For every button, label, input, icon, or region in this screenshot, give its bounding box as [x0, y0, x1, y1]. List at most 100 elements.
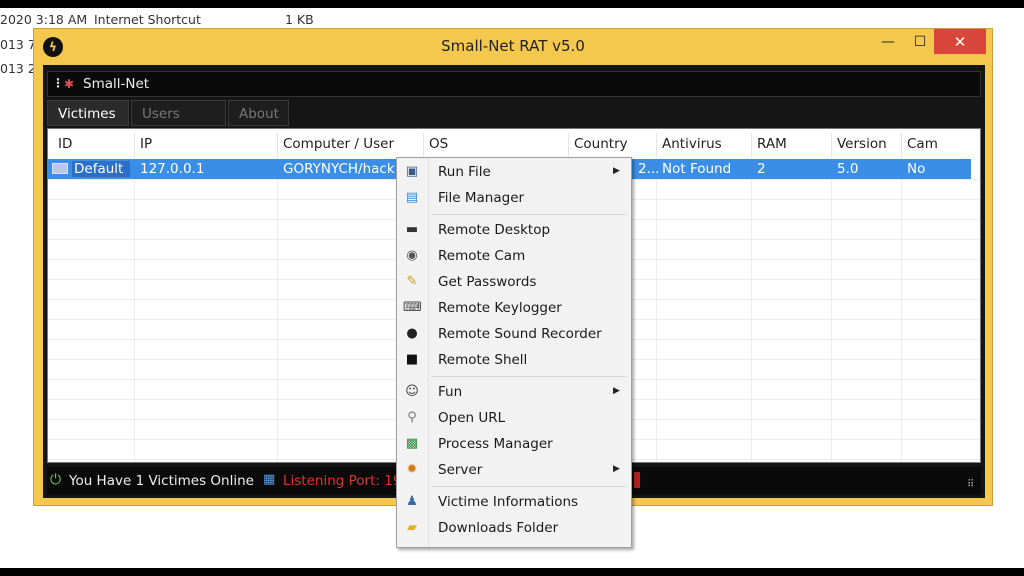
column-divider[interactable] [656, 132, 657, 157]
menu-item-remote-shell[interactable]: ■ Remote Shell [397, 348, 631, 373]
column-divider[interactable] [831, 132, 832, 157]
menu-item-fun[interactable]: ☺ Fun ▶ [397, 380, 631, 405]
minimize-button[interactable]: — [874, 29, 902, 54]
panel-header: ⋮ ✱ Small-Net [47, 71, 981, 97]
maximize-button[interactable]: ☐ [906, 29, 934, 54]
menu-item-server[interactable]: ✹ Server ▶ [397, 458, 631, 483]
column-header-ip[interactable]: IP [140, 136, 152, 152]
status-listening-port: Listening Port: 199 [283, 473, 410, 489]
menu-item-label: Remote Desktop [438, 222, 551, 238]
process-icon: ▩ [405, 436, 419, 451]
column-header-os[interactable]: OS [429, 136, 448, 152]
tab-about[interactable]: About [228, 100, 289, 126]
menu-item-label: Process Manager [438, 436, 553, 452]
column-divider[interactable] [277, 132, 278, 157]
column-header-id[interactable]: ID [58, 136, 72, 152]
close-button[interactable]: ✕ [934, 29, 986, 54]
panel-title: Small-Net [83, 76, 150, 92]
explorer-row-type: Internet Shortcut [94, 12, 201, 27]
cell-antivirus: Not Found [662, 161, 732, 177]
menu-grip-icon[interactable]: ⋮ [52, 76, 64, 90]
status-indicator [634, 472, 640, 488]
submenu-arrow-icon: ▶ [613, 386, 620, 396]
explorer-row[interactable]: 013 7: [0, 35, 40, 53]
menu-item-label: Remote Sound Recorder [438, 326, 602, 342]
keyboard-icon: ⌨ [403, 300, 422, 315]
menu-item-remote-sound-recorder[interactable]: ● Remote Sound Recorder [397, 322, 631, 347]
grid-line [831, 158, 832, 462]
grid-line [277, 158, 278, 462]
column-header-antivirus[interactable]: Antivirus [662, 136, 722, 152]
cell-version: 5.0 [837, 161, 859, 177]
cell-ip: 127.0.0.1 [140, 161, 205, 177]
cell-ram: 2 [757, 161, 766, 177]
menu-item-label: Open URL [438, 410, 506, 426]
flag-icon [52, 163, 68, 174]
cell-cam: No [907, 161, 926, 177]
menu-item-label: Remote Keylogger [438, 300, 562, 316]
column-header-cam[interactable]: Cam [907, 136, 938, 152]
menu-item-get-passwords[interactable]: ✎ Get Passwords [397, 270, 631, 295]
column-divider[interactable] [134, 132, 135, 157]
monitor-icon: ▬ [405, 222, 419, 237]
net-logo-icon: ✱ [64, 77, 75, 91]
resize-grip-icon[interactable]: ⠿ [967, 479, 974, 490]
menu-item-downloads-folder[interactable]: ▰ Downloads Folder [397, 516, 631, 541]
smiley-icon: ☺ [405, 384, 419, 399]
tab-users-logs[interactable]: Users Logs [131, 100, 226, 148]
tab-victimes[interactable]: Victimes [47, 100, 129, 126]
menu-item-label: File Manager [438, 190, 525, 206]
column-divider[interactable] [568, 132, 569, 157]
grid-line [656, 158, 657, 462]
column-header-country[interactable]: Country [574, 136, 628, 152]
status-online-count: You Have 1 Victimes Online [69, 473, 254, 489]
menu-separator [431, 214, 627, 215]
menu-item-label: Victime Informations [438, 494, 579, 510]
webcam-icon: ◉ [406, 248, 418, 263]
menu-item-remote-desktop[interactable]: ▬ Remote Desktop [397, 218, 631, 243]
cell-country: 2... [638, 161, 660, 177]
column-divider[interactable] [423, 132, 424, 157]
menu-separator [431, 486, 627, 487]
password-icon: ✎ [406, 274, 418, 289]
column-header-computer-user[interactable]: Computer / User [283, 136, 394, 152]
menu-item-file-manager[interactable]: ▤ File Manager [397, 186, 631, 211]
menu-item-label: Server [438, 462, 483, 478]
column-divider[interactable] [901, 132, 902, 157]
run-file-icon: ▣ [405, 164, 419, 179]
letterbox-top [0, 0, 1024, 8]
folder-icon: ▰ [407, 520, 417, 535]
context-menu: ▣ Run File ▶ ▤ File Manager ▬ Remote Des… [396, 157, 632, 548]
menu-item-victime-informations[interactable]: ♟ Victime Informations [397, 490, 631, 515]
column-header-ram[interactable]: RAM [757, 136, 787, 152]
explorer-row-date: 2020 3:18 AM [0, 12, 88, 27]
letterbox-bottom [0, 568, 1024, 576]
bug-icon: ✹ [406, 462, 418, 477]
menu-item-label: Downloads Folder [438, 520, 559, 536]
column-header-version[interactable]: Version [837, 136, 887, 152]
menu-item-process-manager[interactable]: ▩ Process Manager [397, 432, 631, 457]
cell-id: Default [72, 161, 130, 177]
title-bar[interactable]: ϟ Small-Net RAT v5.0 — ☐ ✕ [34, 29, 992, 64]
menu-separator [431, 376, 627, 377]
menu-item-label: Remote Shell [438, 352, 528, 368]
menu-item-label: Fun [438, 384, 463, 400]
submenu-arrow-icon: ▶ [613, 166, 620, 176]
explorer-row[interactable]: 013 2: [0, 59, 40, 77]
microphone-icon: ● [406, 326, 418, 341]
explorer-row-size: 1 KB [285, 12, 314, 27]
column-divider[interactable] [751, 132, 752, 157]
menu-item-label: Run File [438, 164, 491, 180]
grid-line [134, 158, 135, 462]
grid-line [901, 158, 902, 462]
network-icon: ▦ [263, 472, 276, 487]
menu-item-label: Remote Cam [438, 248, 526, 264]
menu-item-remote-keylogger[interactable]: ⌨ Remote Keylogger [397, 296, 631, 321]
window-title: Small-Net RAT v5.0 [441, 37, 585, 55]
menu-item-remote-cam[interactable]: ◉ Remote Cam [397, 244, 631, 269]
explorer-row[interactable]: 2020 3:18 AM Internet Shortcut 1 KB [0, 10, 330, 28]
menu-item-run-file[interactable]: ▣ Run File ▶ [397, 160, 631, 185]
menu-item-open-url[interactable]: ⚲ Open URL [397, 406, 631, 431]
grid-line [751, 158, 752, 462]
shell-icon: ■ [405, 352, 419, 367]
